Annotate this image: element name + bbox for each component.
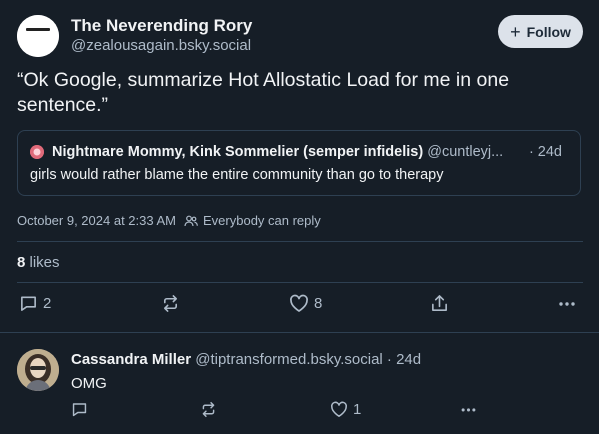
ellipsis-icon	[461, 408, 476, 412]
follow-button[interactable]: + Follow	[498, 15, 583, 48]
reply-setting-label: Everybody can reply	[203, 213, 321, 228]
repost-arrows-icon	[163, 295, 178, 312]
reply-text: OMG	[71, 375, 107, 392]
quote-avatar	[30, 145, 44, 159]
quoted-post[interactable]: Nightmare Mommy, Kink Sommelier (semper …	[17, 130, 581, 196]
reply-author-name[interactable]: Cassandra Miller	[71, 351, 191, 368]
share-icon	[432, 295, 447, 311]
reply-setting: Everybody can reply	[184, 213, 321, 228]
likes-summary[interactable]: 8 likes	[17, 254, 60, 271]
quote-text: girls would rather blame the entire comm…	[30, 167, 444, 183]
quote-header: Nightmare Mommy, Kink Sommelier (semper …	[52, 144, 572, 160]
thread-divider	[0, 332, 599, 333]
more-options-button[interactable]	[558, 294, 576, 313]
speech-bubble-icon	[72, 403, 87, 417]
post-text: “Ok Google, summarize Hot Allostatic Loa…	[17, 69, 510, 116]
like-button[interactable]: 8	[289, 294, 322, 313]
divider	[17, 282, 583, 283]
quote-author-name: Nightmare Mommy, Kink Sommelier (semper …	[52, 144, 424, 160]
post-timestamp: October 9, 2024 at 2:33 AM	[17, 213, 176, 228]
reply-timestamp: · 24d	[386, 351, 422, 368]
reply-reply-button[interactable]	[71, 401, 93, 418]
speech-bubble-icon	[21, 296, 36, 311]
reply-count: 2	[43, 295, 52, 312]
share-button[interactable]	[430, 294, 449, 313]
reply-button[interactable]: 2	[19, 294, 51, 313]
plus-icon: +	[510, 21, 521, 42]
reply-repost-button[interactable]	[200, 401, 217, 418]
heart-icon	[290, 294, 308, 312]
repost-button[interactable]	[161, 294, 180, 313]
author-avatar[interactable]	[17, 15, 59, 57]
ellipsis-icon	[559, 302, 575, 306]
repost-arrows-icon	[202, 401, 215, 418]
reply-author-avatar[interactable]	[17, 349, 59, 391]
follow-label: Follow	[526, 23, 571, 40]
post-meta: October 9, 2024 at 2:33 AM Everybody can…	[17, 213, 321, 228]
reply-actions: 1	[0, 401, 599, 421]
avatar-image	[17, 349, 59, 391]
reply-more-options-button[interactable]	[460, 401, 477, 418]
people-icon	[184, 215, 198, 226]
avatar-image	[17, 15, 59, 57]
likes-label: likes	[29, 254, 60, 271]
author-name[interactable]: The Neverending Rory	[71, 16, 252, 36]
likes-count: 8	[17, 254, 26, 271]
divider	[17, 241, 583, 242]
reply-like-button[interactable]: 1	[330, 401, 361, 418]
author-handle[interactable]: @zealousagain.bsky.social	[71, 37, 251, 54]
like-count: 8	[314, 295, 323, 312]
reply-like-count: 1	[353, 401, 362, 418]
post-actions: 2 8	[0, 294, 599, 318]
reply-author-handle[interactable]: @tiptransformed.bsky.social	[195, 351, 383, 368]
quote-author-handle: @cuntleyj...	[427, 144, 504, 160]
heart-icon	[331, 401, 347, 417]
reply-header: Cassandra Miller @tiptransformed.bsky.so…	[71, 351, 421, 368]
quote-timestamp: · 24d	[528, 144, 562, 160]
